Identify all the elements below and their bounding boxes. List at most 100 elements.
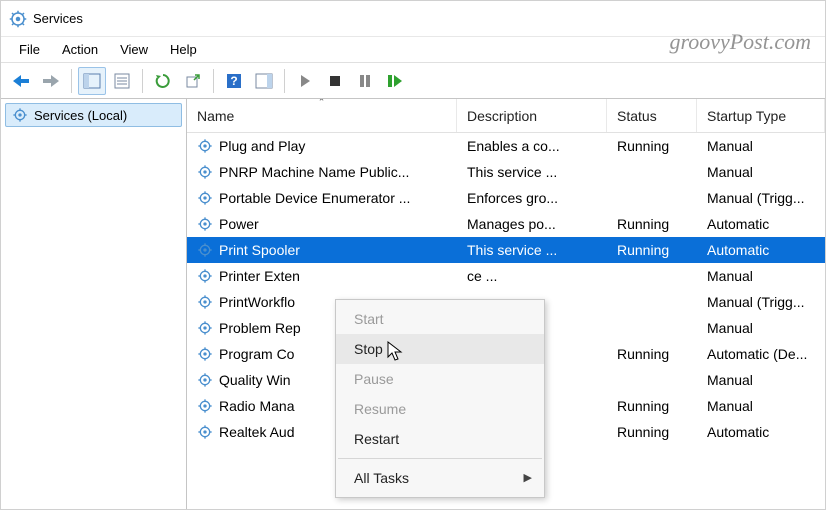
gear-icon <box>197 138 213 154</box>
context-menu-separator <box>338 458 542 459</box>
service-row[interactable]: Plug and Play Enables a co...RunningManua… <box>187 133 825 159</box>
service-name: Program Co <box>219 346 294 362</box>
submenu-arrow-icon: ▶ <box>524 471 532 484</box>
service-startup-cell: Manual <box>697 263 825 289</box>
service-status-cell: Running <box>607 341 697 367</box>
service-description-cell: This service ... <box>457 237 607 263</box>
back-button[interactable] <box>7 67 35 95</box>
menu-view[interactable]: View <box>110 39 158 60</box>
toolbar-separator <box>71 69 72 93</box>
service-startup-cell: Automatic (De... <box>697 341 825 367</box>
service-status-cell: Running <box>607 237 697 263</box>
service-description-cell: Manages po... <box>457 211 607 237</box>
service-name: PrintWorkflo <box>219 294 295 310</box>
service-name: Realtek Aud <box>219 424 295 440</box>
menu-help[interactable]: Help <box>160 39 207 60</box>
service-startup-cell: Automatic <box>697 237 825 263</box>
service-status-cell <box>607 263 697 289</box>
service-description-cell: Enables a co... <box>457 133 607 159</box>
gear-icon <box>197 242 213 258</box>
context-menu-stop[interactable]: Stop <box>336 334 544 364</box>
service-description-cell: ce ... <box>457 263 607 289</box>
restart-service-button[interactable] <box>381 67 409 95</box>
service-status-cell <box>607 367 697 393</box>
service-name: Radio Mana <box>219 398 295 414</box>
services-app-icon <box>9 10 27 28</box>
show-hide-tree-button[interactable] <box>78 67 106 95</box>
grid-header: ⌃ Name Description Status Startup Type <box>187 99 825 133</box>
column-description[interactable]: Description <box>457 99 607 132</box>
service-name: Printer Exten <box>219 268 300 284</box>
service-status-cell: Running <box>607 393 697 419</box>
toolbar-separator <box>142 69 143 93</box>
column-name[interactable]: ⌃ Name <box>187 99 457 132</box>
service-name-cell: Portable Device Enumerator ... <box>187 185 457 211</box>
gear-icon <box>197 398 213 414</box>
toolbar: ? <box>1 63 825 99</box>
context-menu-all-tasks[interactable]: All Tasks ▶ <box>336 463 544 493</box>
service-status-cell <box>607 185 697 211</box>
service-description-cell: Enforces gro... <box>457 185 607 211</box>
svg-text:?: ? <box>230 74 237 88</box>
export-button[interactable] <box>179 67 207 95</box>
gear-icon <box>197 190 213 206</box>
column-startup-type[interactable]: Startup Type <box>697 99 825 132</box>
help-button[interactable]: ? <box>220 67 248 95</box>
service-status-cell <box>607 159 697 185</box>
service-name-cell: Plug and Play <box>187 133 457 159</box>
gear-icon <box>197 424 213 440</box>
menu-file[interactable]: File <box>9 39 50 60</box>
gear-icon <box>197 164 213 180</box>
gear-icon <box>197 372 213 388</box>
service-name: Portable Device Enumerator ... <box>219 190 410 206</box>
context-menu-pause: Pause <box>336 364 544 394</box>
gear-icon <box>197 268 213 284</box>
service-status-cell: Running <box>607 133 697 159</box>
service-startup-cell: Manual <box>697 315 825 341</box>
service-name: Problem Rep <box>219 320 301 336</box>
forward-button[interactable] <box>37 67 65 95</box>
service-name: PNRP Machine Name Public... <box>219 164 409 180</box>
tree-root-services-local[interactable]: Services (Local) <box>5 103 182 127</box>
context-menu-resume: Resume <box>336 394 544 424</box>
context-menu-restart[interactable]: Restart <box>336 424 544 454</box>
service-status-cell <box>607 289 697 315</box>
toolbar-separator <box>284 69 285 93</box>
service-row[interactable]: Printer Exten ce ... Manual <box>187 263 825 289</box>
tree-root-label: Services (Local) <box>34 108 127 123</box>
toolbar-separator <box>213 69 214 93</box>
properties-button[interactable] <box>108 67 136 95</box>
service-row[interactable]: Power Manages po...RunningAutomatic <box>187 211 825 237</box>
service-startup-cell: Manual (Trigg... <box>697 289 825 315</box>
service-name: Print Spooler <box>219 242 300 258</box>
service-startup-cell: Automatic <box>697 211 825 237</box>
service-name: Plug and Play <box>219 138 305 154</box>
service-name-cell: Print Spooler <box>187 237 457 263</box>
service-name: Power <box>219 216 259 232</box>
service-row[interactable]: Portable Device Enumerator ... Enforces g… <box>187 185 825 211</box>
service-startup-cell: Manual <box>697 367 825 393</box>
service-status-cell: Running <box>607 211 697 237</box>
service-description-cell: This service ... <box>457 159 607 185</box>
stop-service-button[interactable] <box>321 67 349 95</box>
service-startup-cell: Manual <box>697 133 825 159</box>
service-name: Quality Win <box>219 372 291 388</box>
start-service-button[interactable] <box>291 67 319 95</box>
action-pane-button[interactable] <box>250 67 278 95</box>
column-status[interactable]: Status <box>607 99 697 132</box>
service-context-menu: StartStopPauseResumeRestart All Tasks ▶ <box>335 299 545 498</box>
menu-action[interactable]: Action <box>52 39 108 60</box>
service-name-cell: PNRP Machine Name Public... <box>187 159 457 185</box>
service-startup-cell: Manual (Trigg... <box>697 185 825 211</box>
gear-icon <box>197 216 213 232</box>
service-row[interactable]: PNRP Machine Name Public... This service … <box>187 159 825 185</box>
gear-icon <box>197 320 213 336</box>
service-row[interactable]: Print Spooler This service ...RunningAuto… <box>187 237 825 263</box>
refresh-button[interactable] <box>149 67 177 95</box>
gear-icon <box>12 107 28 123</box>
pause-service-button[interactable] <box>351 67 379 95</box>
sort-indicator-icon: ⌃ <box>318 99 326 108</box>
gear-icon <box>197 294 213 310</box>
gear-icon <box>197 346 213 362</box>
titlebar: Services <box>1 1 825 37</box>
